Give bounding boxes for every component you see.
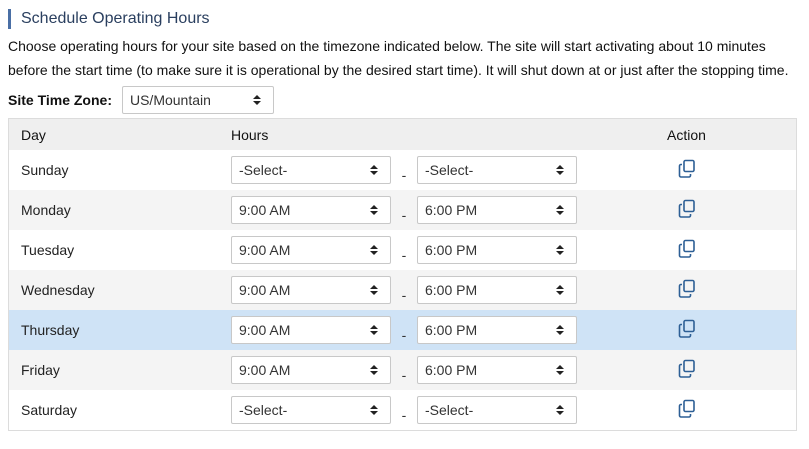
select-caret-icon — [370, 245, 378, 255]
select-caret-icon — [556, 405, 564, 415]
section-description: Choose operating hours for your site bas… — [8, 38, 789, 78]
timezone-label: Site Time Zone: — [8, 92, 112, 108]
select-caret-icon — [370, 205, 378, 215]
start-time-value: 9:00 AM — [239, 282, 291, 298]
copy-icon[interactable] — [678, 319, 696, 339]
select-caret-icon — [556, 165, 564, 175]
row-hours: 9:00 AM - 6:00 PM — [231, 356, 577, 384]
timezone-row: Site Time Zone: US/Mountain — [8, 86, 274, 114]
select-caret-icon — [370, 325, 378, 335]
copy-icon[interactable] — [678, 279, 696, 299]
start-time-value: 9:00 AM — [239, 322, 291, 338]
end-time-value: 6:00 PM — [425, 322, 478, 338]
end-time-select[interactable]: -Select- — [417, 396, 577, 424]
select-caret-icon — [556, 325, 564, 335]
row-hours: -Select- - -Select- — [231, 156, 577, 184]
row-hours: 9:00 AM - 6:00 PM — [231, 316, 577, 344]
end-time-select[interactable]: 6:00 PM — [417, 196, 577, 224]
table-row: Sunday -Select- - -Select- — [9, 150, 796, 190]
end-time-value: 6:00 PM — [425, 202, 478, 218]
start-time-select[interactable]: -Select- — [231, 396, 391, 424]
end-time-value: -Select- — [425, 402, 474, 418]
start-time-select[interactable]: 9:00 AM — [231, 236, 391, 264]
end-time-select[interactable]: 6:00 PM — [417, 316, 577, 344]
end-time-select[interactable]: 6:00 PM — [417, 356, 577, 384]
end-time-value: 6:00 PM — [425, 242, 478, 258]
table-row: Thursday 9:00 AM - 6:00 PM — [9, 310, 796, 350]
start-time-value: -Select- — [239, 162, 288, 178]
timezone-select[interactable]: US/Mountain — [121, 86, 274, 114]
row-day: Friday — [21, 362, 60, 378]
header-hours: Hours — [231, 126, 269, 143]
select-caret-icon — [370, 365, 378, 375]
row-day: Monday — [21, 202, 71, 218]
end-time-select[interactable]: 6:00 PM — [417, 276, 577, 304]
end-time-value: 6:00 PM — [425, 362, 478, 378]
copy-icon[interactable] — [678, 239, 696, 259]
table-row: Tuesday 9:00 AM - 6:00 PM — [9, 230, 796, 270]
time-separator: - — [401, 407, 407, 423]
end-time-value: 6:00 PM — [425, 282, 478, 298]
time-separator: - — [401, 247, 407, 263]
row-day: Thursday — [21, 322, 80, 338]
row-day: Sunday — [21, 162, 69, 178]
row-hours: 9:00 AM - 6:00 PM — [231, 196, 577, 224]
start-time-select[interactable]: 9:00 AM — [231, 316, 391, 344]
table-header: Day Hours Action — [9, 119, 796, 150]
table-row: Saturday -Select- - -Select- — [9, 390, 796, 430]
select-caret-icon — [370, 405, 378, 415]
row-hours: 9:00 AM - 6:00 PM — [231, 276, 577, 304]
end-time-select[interactable]: 6:00 PM — [417, 236, 577, 264]
timezone-value: US/Mountain — [129, 92, 211, 108]
table-row: Monday 9:00 AM - 6:00 PM — [9, 190, 796, 230]
start-time-value: -Select- — [239, 402, 288, 418]
row-hours: -Select- - -Select- — [231, 396, 577, 424]
table-row: Friday 9:00 AM - 6:00 PM — [9, 350, 796, 390]
copy-icon[interactable] — [678, 399, 696, 419]
select-caret-icon — [370, 285, 378, 295]
row-hours: 9:00 AM - 6:00 PM — [231, 236, 577, 264]
select-caret-icon — [370, 165, 378, 175]
start-time-select[interactable]: 9:00 AM — [231, 356, 391, 384]
copy-icon[interactable] — [678, 359, 696, 379]
operating-hours-table: Day Hours Action Sunday -Select- - -Sele… — [8, 118, 797, 431]
time-separator: - — [401, 367, 407, 383]
section-title: Schedule Operating Hours — [8, 9, 210, 29]
start-time-select[interactable]: -Select- — [231, 156, 391, 184]
copy-icon[interactable] — [678, 159, 696, 179]
start-time-value: 9:00 AM — [239, 242, 291, 258]
time-separator: - — [401, 207, 407, 223]
start-time-value: 9:00 AM — [239, 202, 291, 218]
start-time-value: 9:00 AM — [239, 362, 291, 378]
select-caret-icon — [252, 95, 261, 105]
copy-icon[interactable] — [678, 199, 696, 219]
table-row: Wednesday 9:00 AM - 6:00 PM — [9, 270, 796, 310]
select-caret-icon — [556, 245, 564, 255]
header-day: Day — [21, 126, 46, 143]
row-day: Wednesday — [21, 282, 95, 298]
select-caret-icon — [556, 285, 564, 295]
start-time-select[interactable]: 9:00 AM — [231, 196, 391, 224]
select-caret-icon — [556, 365, 564, 375]
row-day: Saturday — [21, 402, 78, 418]
time-separator: - — [401, 287, 407, 303]
select-caret-icon — [556, 205, 564, 215]
end-time-value: -Select- — [425, 162, 474, 178]
time-separator: - — [401, 327, 407, 343]
time-separator: - — [401, 167, 407, 183]
end-time-select[interactable]: -Select- — [417, 156, 577, 184]
header-action: Action — [667, 126, 706, 143]
row-day: Tuesday — [21, 242, 75, 258]
start-time-select[interactable]: 9:00 AM — [231, 276, 391, 304]
